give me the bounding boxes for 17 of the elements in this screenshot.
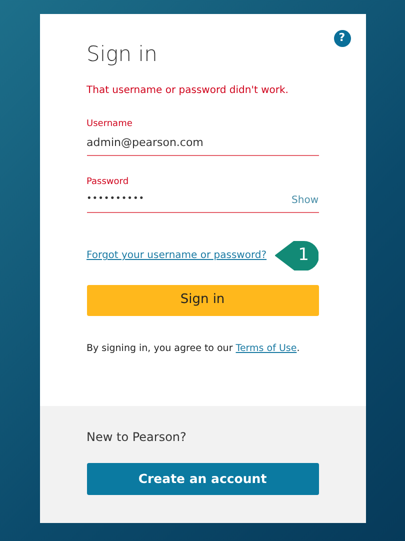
username-field[interactable]: Username admin@pearson.com [86, 118, 318, 156]
terms-text: By signing in, you agree to our Terms of Use. [86, 342, 301, 356]
create-account-button[interactable]: Create an account [86, 463, 318, 495]
password-field[interactable]: Password •••••••••• Show [86, 176, 318, 212]
page-title: Sign in [86, 44, 158, 65]
field-label: Password [86, 176, 130, 189]
field-value: admin@pearson.com [86, 134, 204, 150]
field-value: •••••••••• [86, 193, 145, 206]
forgot-link[interactable]: Forgot your username or password? [86, 248, 267, 263]
field-label: Username [86, 118, 134, 131]
sign-in-button[interactable]: Sign in [86, 284, 318, 316]
terms-link[interactable]: Terms of Use [236, 342, 297, 354]
error-message: That username or password didn't work. [86, 84, 290, 98]
callout-marker: 1 [274, 240, 318, 270]
new-user-prompt: New to Pearson? [86, 429, 188, 446]
help-button[interactable]: ? [334, 30, 350, 47]
show-password-button[interactable]: Show [292, 192, 318, 208]
